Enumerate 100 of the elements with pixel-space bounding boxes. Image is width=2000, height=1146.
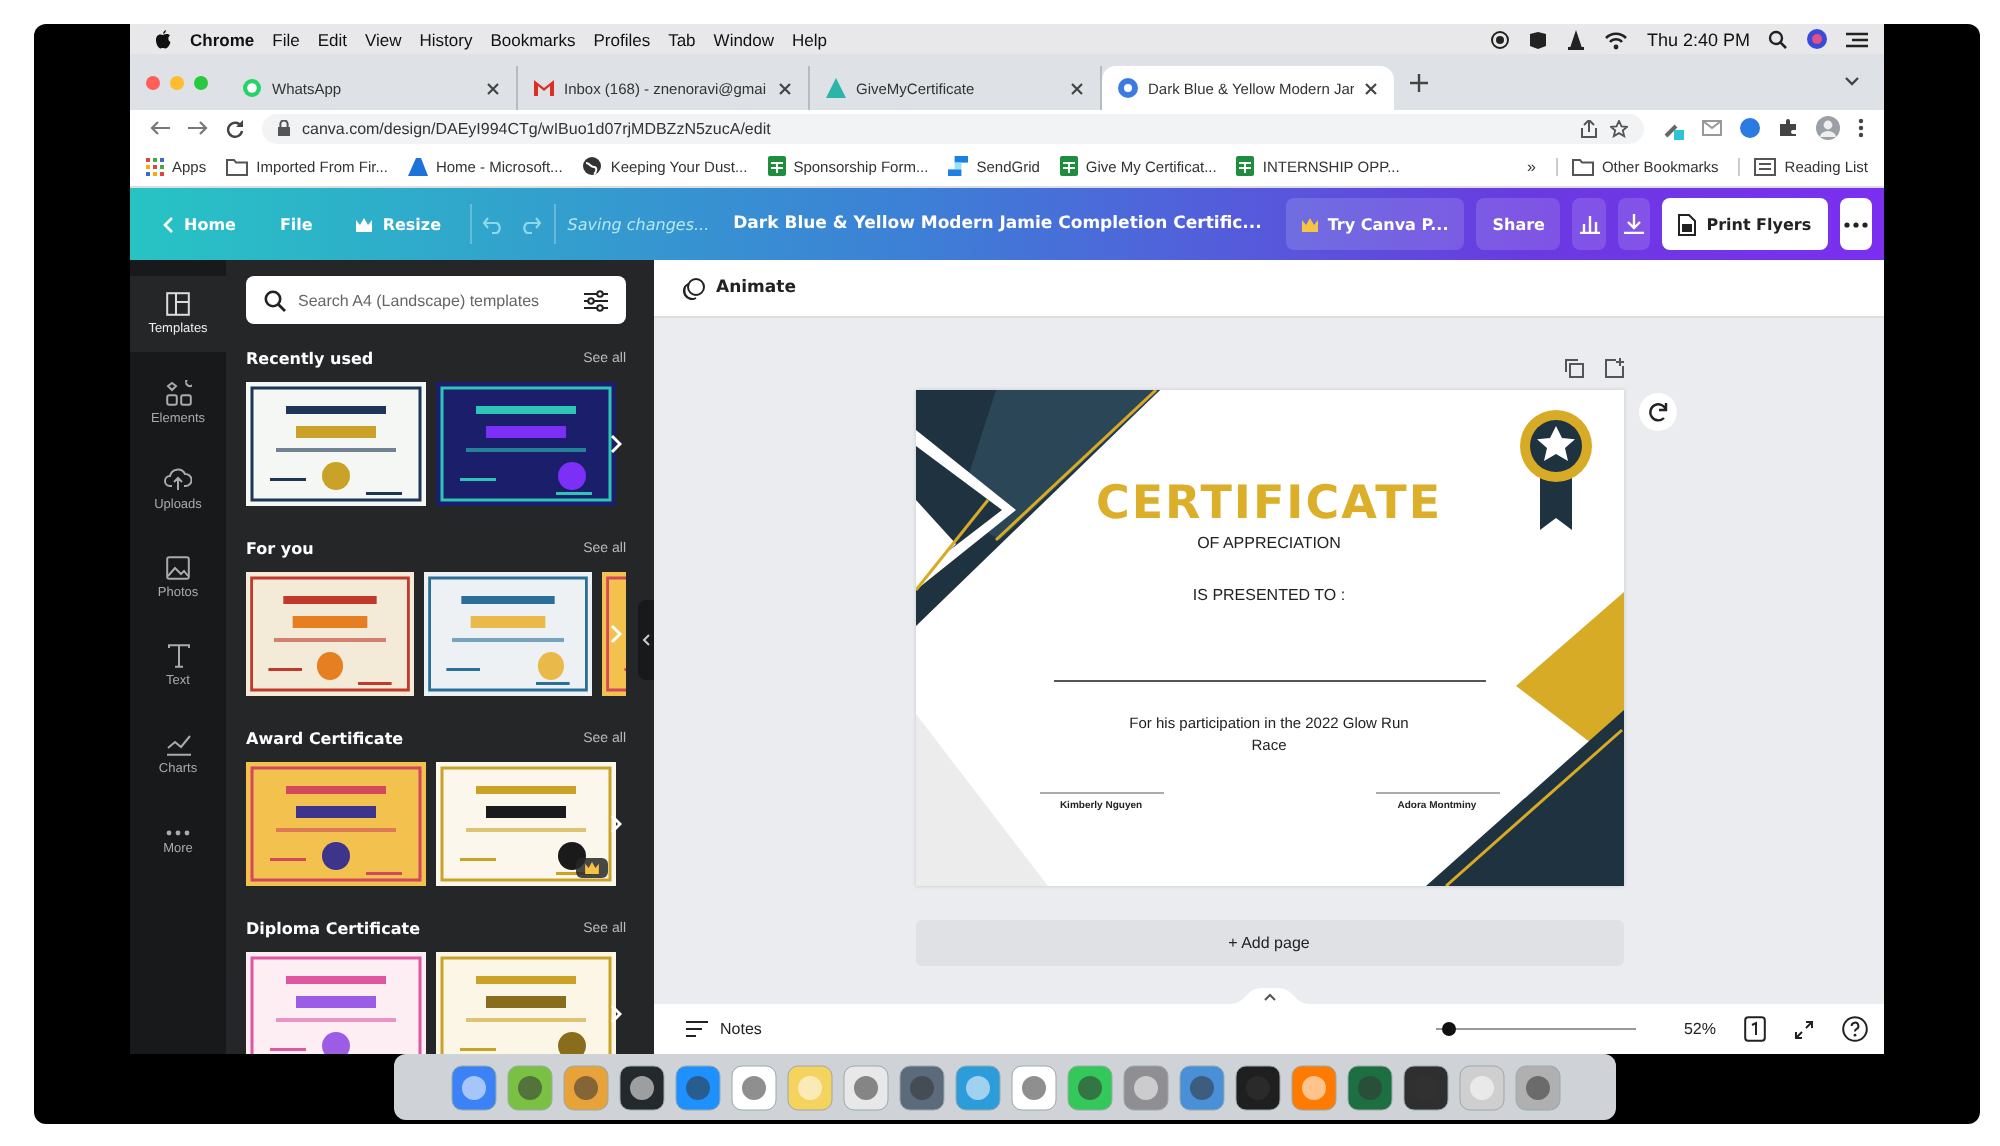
spreadsheet-icon xyxy=(767,156,786,176)
search-icon xyxy=(264,289,286,311)
menu-item[interactable]: File xyxy=(272,29,300,49)
back-icon[interactable] xyxy=(150,120,170,136)
app-icon[interactable] xyxy=(1401,1063,1449,1111)
filter-icon[interactable] xyxy=(584,289,608,311)
add-page-button[interactable]: + Add page xyxy=(915,920,1623,966)
search-field[interactable]: Search A4 (Landscape) templates xyxy=(246,276,626,324)
clock[interactable]: Thu 2:40 PM xyxy=(1646,29,1750,49)
spreadsheet-icon xyxy=(1059,156,1078,176)
page-icon[interactable] xyxy=(1744,1016,1766,1042)
chevron-right-icon[interactable] xyxy=(610,1004,622,1024)
control-center-icon[interactable] xyxy=(1846,29,1868,49)
image-icon xyxy=(166,556,190,580)
spreadsheet-icon xyxy=(1236,156,1255,176)
copy-icon[interactable] xyxy=(1563,358,1583,378)
puzzle-icon[interactable] xyxy=(1778,118,1798,138)
crown-icon xyxy=(584,862,600,874)
mail-icon[interactable] xyxy=(1702,120,1722,136)
menu-item[interactable]: Window xyxy=(713,29,775,49)
mail-icon xyxy=(534,80,554,96)
collapse-panel-button[interactable] xyxy=(638,600,654,680)
presented-to-text: IS PRESENTED TO : xyxy=(1192,586,1346,604)
triangle-icon xyxy=(826,78,846,98)
section-title: Diploma Certificate xyxy=(246,919,420,937)
refresh-icon[interactable] xyxy=(1638,392,1678,432)
line-chart-icon xyxy=(165,733,191,755)
menu-item[interactable]: Help xyxy=(792,29,828,49)
animate-button[interactable]: Animate xyxy=(670,275,808,301)
address-field[interactable]: canva.com/design/DAEyI994CTg/wIBuo1d07rjMDBZzN5zucA/edit xyxy=(262,113,1644,143)
cone-icon[interactable] xyxy=(1566,29,1587,49)
record-icon[interactable] xyxy=(1490,29,1511,49)
folder-icon xyxy=(1571,157,1594,175)
download-icon xyxy=(1624,214,1645,234)
certificate-subtitle: OF APPRECIATION xyxy=(1197,534,1341,552)
help-icon[interactable] xyxy=(1842,1016,1868,1042)
menu-item[interactable]: Bookmarks xyxy=(490,29,576,49)
share-button[interactable]: Share xyxy=(1476,198,1561,250)
layout-icon xyxy=(166,292,190,316)
lock-icon xyxy=(278,120,290,136)
insights-button[interactable] xyxy=(1572,198,1606,250)
section-title: Award Certificate xyxy=(246,729,404,747)
app-icon[interactable] xyxy=(897,1063,945,1111)
box-icon[interactable] xyxy=(1528,29,1549,49)
chevron-down-icon[interactable] xyxy=(1844,76,1860,88)
animate-icon xyxy=(682,277,706,299)
chat-bubble-icon xyxy=(242,78,262,98)
reload-icon[interactable] xyxy=(226,119,244,137)
circle-logo-icon xyxy=(1118,78,1138,98)
more-button[interactable] xyxy=(1839,198,1872,250)
forward-icon[interactable] xyxy=(188,120,208,136)
blocks-icon xyxy=(948,156,969,176)
avatar-icon[interactable] xyxy=(1816,116,1840,140)
menu-item[interactable]: View xyxy=(364,29,402,49)
chevron-left-icon xyxy=(642,634,650,646)
close-icon[interactable] xyxy=(486,81,500,95)
app-icon[interactable] xyxy=(1345,1063,1393,1111)
design-title[interactable]: Dark Blue & Yellow Modern Jamie Completion Certific... xyxy=(733,214,1262,234)
print-flyers-button[interactable]: Print Flyers xyxy=(1662,198,1828,250)
more-vertical-icon[interactable] xyxy=(1858,118,1864,138)
close-icon[interactable] xyxy=(778,81,792,95)
notes-icon xyxy=(686,1020,708,1038)
close-icon[interactable] xyxy=(1070,81,1084,95)
expand-tab-icon[interactable] xyxy=(1230,988,1310,1004)
app-icon[interactable] xyxy=(1233,1063,1281,1111)
certificate-title: CERTIFICATE xyxy=(1095,478,1443,530)
slider-thumb[interactable] xyxy=(1441,1022,1456,1036)
star-icon[interactable] xyxy=(1610,119,1628,137)
crown-icon xyxy=(1301,217,1318,231)
extension-icon[interactable] xyxy=(1740,118,1760,138)
wifi-icon[interactable] xyxy=(1604,29,1629,49)
search-icon[interactable] xyxy=(1768,29,1788,49)
grid-icon xyxy=(146,157,164,175)
menu-item[interactable]: History xyxy=(419,29,473,49)
more-bookmarks-button[interactable]: » xyxy=(1526,157,1536,175)
menu-item[interactable]: Profiles xyxy=(593,29,651,49)
more-icon xyxy=(1843,221,1868,227)
save-status: Saving changes... xyxy=(567,215,710,233)
new-tab-icon[interactable] xyxy=(1410,73,1428,91)
share-icon[interactable] xyxy=(1580,119,1598,137)
chevron-right-icon[interactable] xyxy=(610,434,622,454)
folder-icon xyxy=(226,157,249,175)
menu-item[interactable]: Edit xyxy=(317,29,347,49)
crown-icon xyxy=(356,217,373,231)
menu-item[interactable]: Chrome xyxy=(190,29,255,49)
menu-item[interactable]: Tab xyxy=(668,29,696,49)
try-pro-button[interactable]: Try Canva P... xyxy=(1285,198,1465,250)
download-button[interactable] xyxy=(1617,198,1651,250)
chevron-right-icon[interactable] xyxy=(610,814,622,834)
close-icon[interactable] xyxy=(1364,81,1378,95)
apple-icon[interactable] xyxy=(154,29,172,49)
shapes-icon xyxy=(165,379,191,405)
more-icon xyxy=(166,829,190,835)
notes-button[interactable]: Notes xyxy=(674,1018,774,1040)
chevron-left-icon xyxy=(162,215,174,233)
app-icon[interactable] xyxy=(617,1063,665,1111)
fullscreen-icon[interactable] xyxy=(1794,1019,1814,1039)
text-icon xyxy=(167,644,189,668)
zoom-reading[interactable]: 52% xyxy=(1683,1020,1716,1038)
add-page-icon[interactable] xyxy=(1603,358,1623,378)
